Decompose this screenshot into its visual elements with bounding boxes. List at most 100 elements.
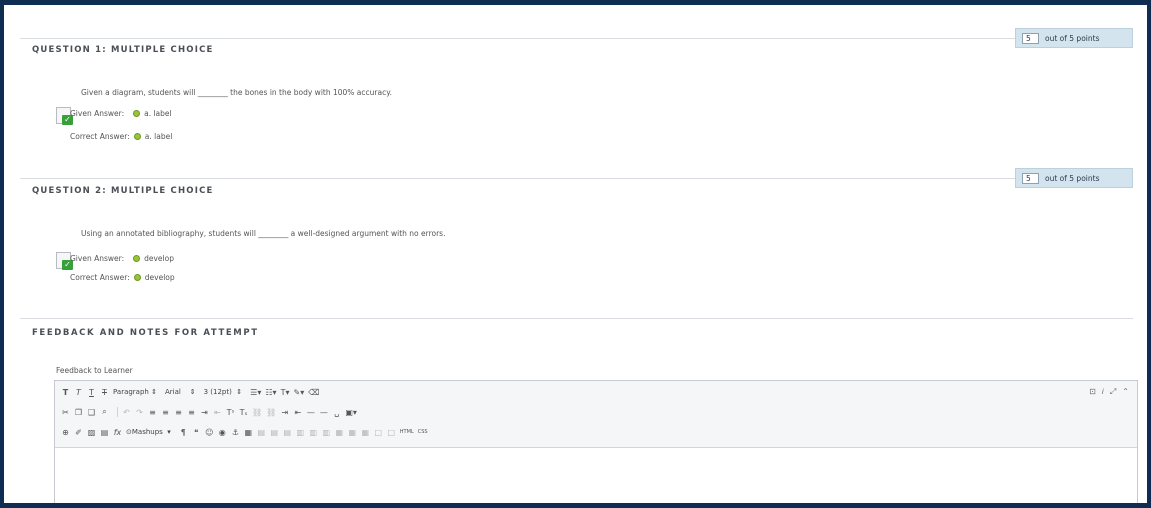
table-delete-col-icon[interactable]: ▥ [322, 428, 331, 437]
given-answer-value: a. label [144, 109, 172, 118]
table-delete-icon[interactable]: □ [387, 428, 396, 437]
paste-icon[interactable]: ❑ [87, 408, 96, 417]
question-2-points-suffix: out of 5 points [1045, 173, 1100, 183]
question-1-divider [20, 38, 1133, 39]
align-left-icon[interactable]: ≡ [148, 408, 157, 417]
eraser-icon[interactable]: ⌫ [308, 388, 319, 397]
align-right-icon[interactable]: ≡ [174, 408, 183, 417]
question-2-points-input[interactable]: 5 [1022, 172, 1039, 184]
table-cell-icon[interactable]: □ [374, 428, 383, 437]
emoticon-icon[interactable]: ☺ [205, 428, 214, 437]
size-select[interactable]: 3 (12pt) ⇕ [204, 388, 243, 396]
bold-icon[interactable]: T [61, 388, 70, 397]
align-center-icon[interactable]: ≡ [161, 408, 170, 417]
nonbreaking-space-icon[interactable]: ␣ [332, 408, 341, 417]
window-frame: 5 out of 5 points QUESTION 1: MULTIPLE C… [0, 0, 1151, 508]
insert-link-icon[interactable]: ✐ [74, 428, 83, 437]
given-answer-value: develop [144, 254, 174, 263]
table-icon[interactable]: ▦ [244, 428, 253, 437]
strikethrough-icon[interactable]: T [100, 388, 109, 397]
toolbar-right: ⊡ 𝑖 ⤢ ⌃ [1089, 387, 1129, 397]
correct-answer-value: a. label [144, 132, 173, 141]
text-color-icon[interactable]: ✎▾ [294, 388, 305, 397]
unlink-icon[interactable]: ⛓ [266, 408, 276, 417]
table-merge-icon[interactable]: ▦ [335, 428, 344, 437]
line-icon[interactable]: — [319, 408, 328, 417]
quote-icon[interactable]: ❝ [192, 428, 201, 437]
find-icon[interactable]: ⌕ [100, 407, 109, 417]
table-row-before-icon[interactable]: ▤ [257, 428, 266, 437]
redo-icon[interactable]: ↷ [135, 408, 144, 417]
question-1-heading: QUESTION 1: MULTIPLE CHOICE [32, 45, 214, 55]
feedback-divider [20, 318, 1133, 319]
justify-icon[interactable]: ≡ [187, 408, 196, 417]
toolbar-row-3: ⊕ ✐ ▨ ▤ fx ⊙Mashups ▾ ¶ ❝ ☺ ◉ ⚓ ▦ ▤ ▤ ▤ … [61, 425, 432, 439]
collapse-toolbar-icon[interactable]: ⌃ [1122, 387, 1129, 397]
table-row-after-icon[interactable]: ▤ [270, 428, 279, 437]
subscript-icon[interactable]: Tₛ [239, 408, 248, 417]
indent-icon[interactable]: ⇥ [200, 408, 209, 417]
table-col-before-icon[interactable]: ▥ [296, 428, 305, 437]
bullet-list-icon[interactable]: ☰▾ [250, 388, 261, 397]
question-1-given-answer-row: Given Answer: a. label [70, 109, 172, 118]
question-2-given-answer-row: Given Answer: develop [70, 254, 174, 263]
link-icon[interactable]: ⛓ [252, 408, 262, 417]
question-1-points: 5 out of 5 points [1015, 28, 1133, 48]
toolbar-divider [117, 407, 118, 417]
insert-media-icon[interactable]: ▤ [100, 428, 109, 437]
table-split-icon[interactable]: ▦ [348, 428, 357, 437]
spellcheck-toggle-icon[interactable]: ⊡ [1089, 387, 1096, 397]
given-answer-label: Given Answer: [70, 254, 125, 263]
cut-icon[interactable]: ✂ [61, 408, 70, 417]
ltr-icon[interactable]: ⇥ [280, 408, 289, 417]
insert-image-icon[interactable]: ▨ [87, 428, 96, 437]
question-2-heading: QUESTION 2: MULTIPLE CHOICE [32, 186, 214, 196]
toolbar-row-2: ✂ ❐ ❑ ⌕ ↶ ↷ ≡ ≡ ≡ ≡ ⇥ ⇤ Tˢ Tₛ ⛓ ⛓ ⇥ ⇤ — [61, 405, 361, 419]
feedback-editor: T T T T Paragraph ⇕ Arial ⇕ 3 (12pt) ⇕ ☰… [54, 380, 1138, 503]
css-button[interactable]: CSS [418, 429, 428, 435]
underline-icon[interactable]: T [87, 388, 96, 397]
superscript-icon[interactable]: Tˢ [226, 408, 235, 417]
preview-icon[interactable]: ◉ [218, 428, 227, 437]
numbered-list-icon[interactable]: ☷▾ [265, 388, 276, 397]
spellcheck-icon[interactable]: ▣▾ [345, 408, 357, 417]
paragraph-select[interactable]: Paragraph ⇕ [113, 388, 157, 396]
question-2-text: Using an annotated bibliography, student… [81, 229, 446, 238]
question-1-text: Given a diagram, students will ________ … [81, 88, 392, 97]
feedback-label: Feedback to Learner [56, 366, 133, 375]
answer-radio-icon [133, 110, 141, 117]
table-props-icon[interactable]: ▦ [361, 428, 370, 437]
info-icon[interactable]: 𝑖 [1102, 387, 1104, 397]
correct-answer-value: develop [144, 273, 175, 282]
answer-radio-icon [133, 133, 141, 140]
mashups-select[interactable]: ⊙Mashups ▾ [126, 428, 171, 436]
question-2-points: 5 out of 5 points [1015, 168, 1133, 188]
editor-text-area[interactable] [55, 448, 1137, 503]
question-2-correct-answer-row: Correct Answer: develop [70, 273, 175, 282]
rtl-icon[interactable]: ⇤ [293, 408, 302, 417]
toolbar-row-1: T T T T Paragraph ⇕ Arial ⇕ 3 (12pt) ⇕ ☰… [61, 385, 324, 399]
feedback-heading: FEEDBACK AND NOTES FOR ATTEMPT [32, 328, 259, 338]
font-select[interactable]: Arial ⇕ [165, 388, 196, 396]
question-1-correct-answer-row: Correct Answer: a. label [70, 132, 172, 141]
text-style-icon[interactable]: T▾ [281, 388, 290, 397]
correct-answer-label: Correct Answer: [70, 132, 130, 141]
question-1-points-suffix: out of 5 points [1045, 33, 1100, 43]
anchor-icon[interactable]: ⚓ [231, 428, 240, 437]
attach-file-icon[interactable]: ⊕ [61, 428, 70, 437]
answer-radio-icon [133, 274, 141, 281]
table-col-after-icon[interactable]: ▥ [309, 428, 318, 437]
italic-icon[interactable]: T [74, 388, 83, 397]
math-icon[interactable]: fx [113, 428, 122, 437]
given-answer-label: Given Answer: [70, 109, 125, 118]
paragraph-mark-icon[interactable]: ¶ [179, 428, 188, 437]
answer-radio-icon [133, 255, 141, 262]
question-1-points-input[interactable]: 5 [1022, 32, 1039, 44]
table-delete-row-icon[interactable]: ▤ [283, 428, 292, 437]
copy-icon[interactable]: ❐ [74, 408, 83, 417]
outdent-icon[interactable]: ⇤ [213, 408, 222, 417]
fullscreen-icon[interactable]: ⤢ [1110, 387, 1116, 397]
html-button[interactable]: HTML [400, 429, 414, 435]
undo-icon[interactable]: ↶ [122, 408, 131, 417]
horizontal-rule-icon[interactable]: — [306, 408, 315, 417]
